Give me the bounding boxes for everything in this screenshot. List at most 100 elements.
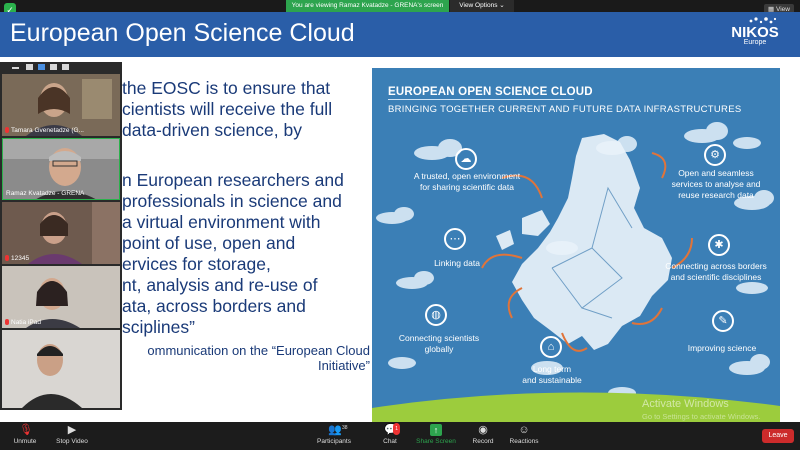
reactions-label: Reactions — [509, 438, 539, 445]
participants-label: Participants — [317, 438, 351, 445]
eosc-infographic: EUROPEAN OPEN SCIENCE CLOUD BRINGING TOG… — [372, 68, 780, 426]
activate-windows-hint: Go to Settings to activate Windows. — [642, 412, 761, 421]
participant-name: Ramaz Kvatadze - GRENA — [6, 190, 85, 197]
label-line: for sharing scientific data — [419, 182, 515, 192]
gallery-view-1-icon[interactable] — [26, 64, 33, 70]
slide-line: professionals in science and — [122, 191, 342, 211]
slide-title: European Open Science Cloud — [10, 19, 355, 47]
improving-science-icon: ✎ — [712, 310, 734, 332]
slide-line: sciplines” — [122, 317, 195, 337]
slide-line: ata, across borders and — [122, 296, 306, 316]
chat-badge: 1 — [393, 423, 400, 435]
leave-button[interactable]: Leave — [762, 429, 794, 443]
poster-title: EUROPEAN OPEN SCIENCE CLOUD — [388, 86, 593, 98]
participant-video-tile[interactable]: Ramaz Kvatadze - GRENA — [2, 138, 120, 200]
share-screen-label: Share Screen — [416, 438, 456, 445]
linking-data-icon: ⋯ — [444, 228, 466, 250]
gallery-controls — [0, 62, 122, 72]
quote-line-2: Initiative” — [317, 358, 370, 373]
slide-line — [122, 141, 372, 162]
unmute-button[interactable]: 🎙 Unmute — [10, 424, 40, 445]
stop-video-label: Stop Video — [56, 438, 88, 445]
gallery-minimize-icon[interactable] — [12, 67, 19, 69]
connecting-borders-icon: ✱ — [708, 234, 730, 256]
gallery-view-4-icon[interactable] — [62, 64, 69, 70]
muted-mic-icon — [5, 127, 9, 134]
label-line: Linking data — [434, 258, 480, 268]
label-line: Long term — [532, 364, 572, 374]
stop-video-button[interactable]: ▶ Stop Video — [52, 424, 92, 445]
gallery-view-2-icon[interactable] — [38, 64, 45, 70]
record-button[interactable]: ◉ Record — [468, 424, 498, 445]
slide-quote-source: ommunication on the “European Cloud Init… — [120, 343, 370, 373]
label-long-term: Long term and sustainable — [502, 364, 602, 386]
slide-header: European Open Science Cloud NIKOS Europe — [0, 12, 800, 57]
video-camera-icon: ▶ — [67, 424, 77, 436]
analyse-services-icon: ⚙ — [704, 144, 726, 166]
slide-line: nt, analysis and re-use of — [122, 275, 318, 295]
slide-body-text: the EOSC is to ensure that cientists wil… — [122, 78, 372, 338]
participant-name: Tamara Gvenetadze (G... — [5, 127, 84, 134]
activate-windows-watermark: Activate Windows — [642, 398, 729, 410]
label-line: and scientific disciplines — [670, 272, 762, 282]
label-improving-science: Improving science — [672, 343, 772, 354]
participant-name-text: Natia iPad — [11, 319, 41, 326]
gallery-view-3-icon[interactable] — [50, 64, 57, 70]
quote-line-1: ommunication on the “European Cloud — [147, 343, 370, 358]
label-connecting-scientists: Connecting scientists globally — [384, 333, 494, 355]
muted-mic-icon — [5, 255, 9, 262]
participants-icon: 👥 38 — [328, 424, 348, 436]
participant-video-tile[interactable]: 12345 — [2, 202, 120, 264]
participant-name: Natia iPad — [5, 319, 41, 326]
share-screen-icon: ↑ — [430, 424, 442, 436]
viewing-screen-banner: You are viewing Ramaz Kvatadze - GRENA's… — [286, 0, 449, 12]
participant-video-tile[interactable]: Tamara Gvenetadze (G... — [2, 74, 120, 136]
muted-mic-icon: 🎙 — [19, 424, 33, 436]
label-line: A trusted, open environment — [413, 171, 521, 181]
video-gallery-panel: Tamara Gvenetadze (G... Ramaz Kvatadze -… — [0, 62, 122, 410]
participants-button[interactable]: 👥 38 Participants — [314, 424, 354, 445]
label-line: Improving science — [687, 343, 757, 353]
record-label: Record — [472, 438, 494, 445]
participant-video — [2, 330, 120, 408]
label-line: Connecting scientists — [398, 333, 480, 343]
share-screen-button[interactable]: ↑ Share Screen — [416, 424, 456, 445]
participant-video-tile[interactable] — [2, 330, 120, 408]
label-line: reuse research data — [678, 190, 754, 200]
label-seamless-services: Open and seamless services to analyse an… — [656, 168, 776, 201]
participants-count: 38 — [342, 425, 348, 431]
participant-name-text: Tamara Gvenetadze (G... — [11, 127, 84, 134]
unmute-label: Unmute — [13, 438, 37, 445]
meeting-toolbar: 🎙 Unmute ▶ Stop Video 👥 38 Participants 💬… — [0, 422, 800, 450]
trusted-environment-icon: ☁ — [455, 148, 477, 170]
slide-line: n European researchers and — [122, 170, 344, 190]
nikos-logo: NIKOS Europe — [720, 24, 790, 54]
reactions-icon: ☺ — [518, 424, 530, 436]
slide-line: the EOSC is to ensure that — [122, 78, 331, 98]
label-line: and sustainable — [522, 375, 582, 385]
label-line: Connecting across borders — [665, 261, 767, 271]
reactions-button[interactable]: ☺ Reactions — [508, 424, 540, 445]
muted-mic-icon — [5, 319, 9, 326]
label-line: Open and seamless — [678, 168, 754, 178]
view-options-button[interactable]: View Options ⌄ — [450, 0, 514, 12]
slide-line: ervices for storage, — [122, 254, 271, 274]
participant-name-text: 12345 — [11, 255, 30, 262]
slide-line: a virtual environment with — [122, 212, 321, 232]
zoom-top-bar: ✓ You are viewing Ramaz Kvatadze - GRENA… — [0, 0, 800, 17]
poster-subtitle: BRINGING TOGETHER CURRENT AND FUTURE DAT… — [388, 104, 742, 115]
slide-line: data-driven science, by — [122, 120, 302, 140]
label-connecting-borders: Connecting across borders and scientific… — [654, 261, 778, 283]
chat-button[interactable]: 💬 1 Chat — [378, 423, 402, 445]
home-icon: ⌂ — [540, 336, 562, 358]
label-line: services to analyse and — [671, 179, 761, 189]
participant-video-tile[interactable]: Natia iPad — [2, 266, 120, 328]
slide-line: cientists will receive the full — [122, 99, 333, 119]
label-trusted-environment: A trusted, open environment for sharing … — [392, 171, 542, 193]
chat-icon: 💬 1 — [384, 423, 400, 436]
poster-divider — [388, 99, 574, 100]
record-icon: ◉ — [478, 424, 488, 436]
label-line: globally — [424, 344, 454, 354]
label-linking-data: Linking data — [417, 258, 497, 269]
participant-name: 12345 — [5, 255, 29, 262]
